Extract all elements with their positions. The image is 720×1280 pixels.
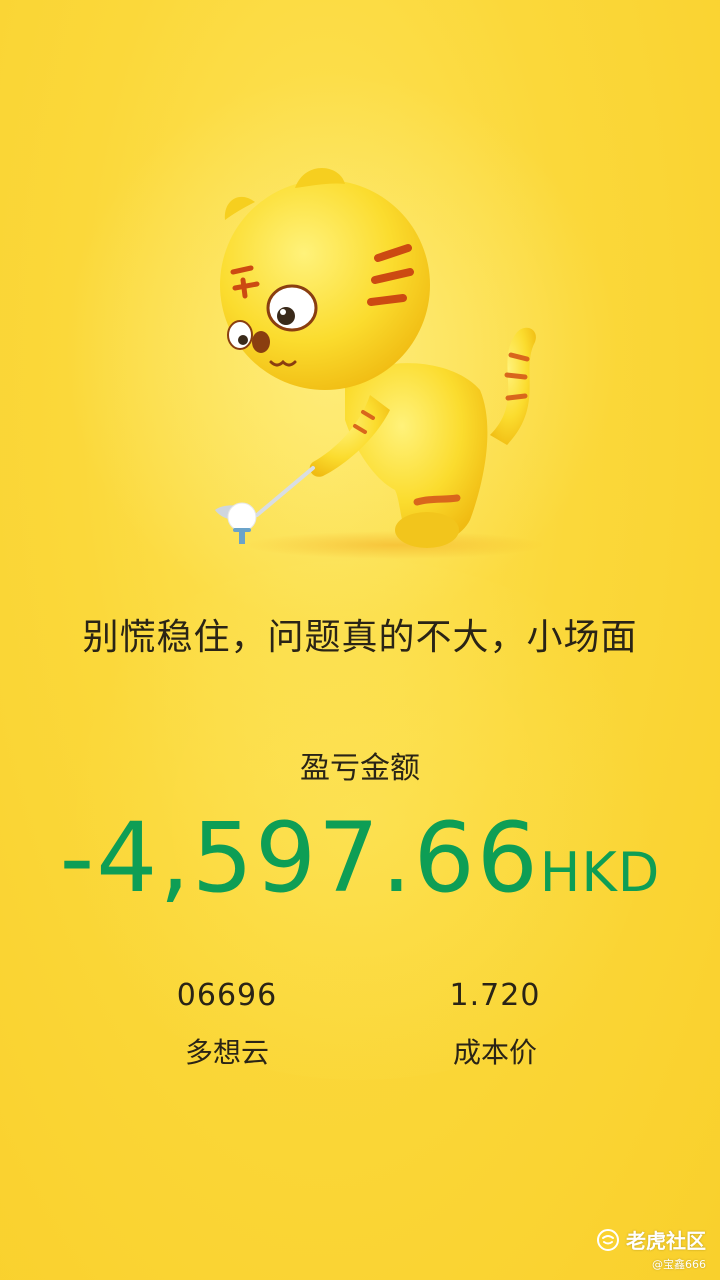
stock-info: 06696 多想云 [117, 978, 337, 1071]
stock-name: 多想云 [184, 1036, 269, 1069]
watermark: 老虎社区 @宝鑫666 [596, 1225, 706, 1272]
cost-price-label: 成本价 [452, 1036, 537, 1069]
watermark-brand: 老虎社区 [626, 1229, 706, 1253]
slogan-text: 别慌稳住，问题真的不大，小场面 [82, 617, 638, 658]
profit-loss-amount: -4,597.66HKD [0, 802, 720, 914]
cost-price-value: 1.720 [449, 978, 541, 1013]
watermark-user: @宝鑫666 [652, 1258, 706, 1271]
profit-loss-currency: HKD [539, 841, 661, 904]
profit-loss-value: -4,597.66 [59, 802, 540, 914]
stock-code: 06696 [176, 978, 278, 1013]
tiger-community-logo-icon [597, 1228, 619, 1251]
tiger-golf-mascot-icon [215, 168, 545, 559]
cost-info: 1.720 成本价 [385, 978, 605, 1071]
profit-loss-label: 盈亏金额 [300, 751, 420, 786]
